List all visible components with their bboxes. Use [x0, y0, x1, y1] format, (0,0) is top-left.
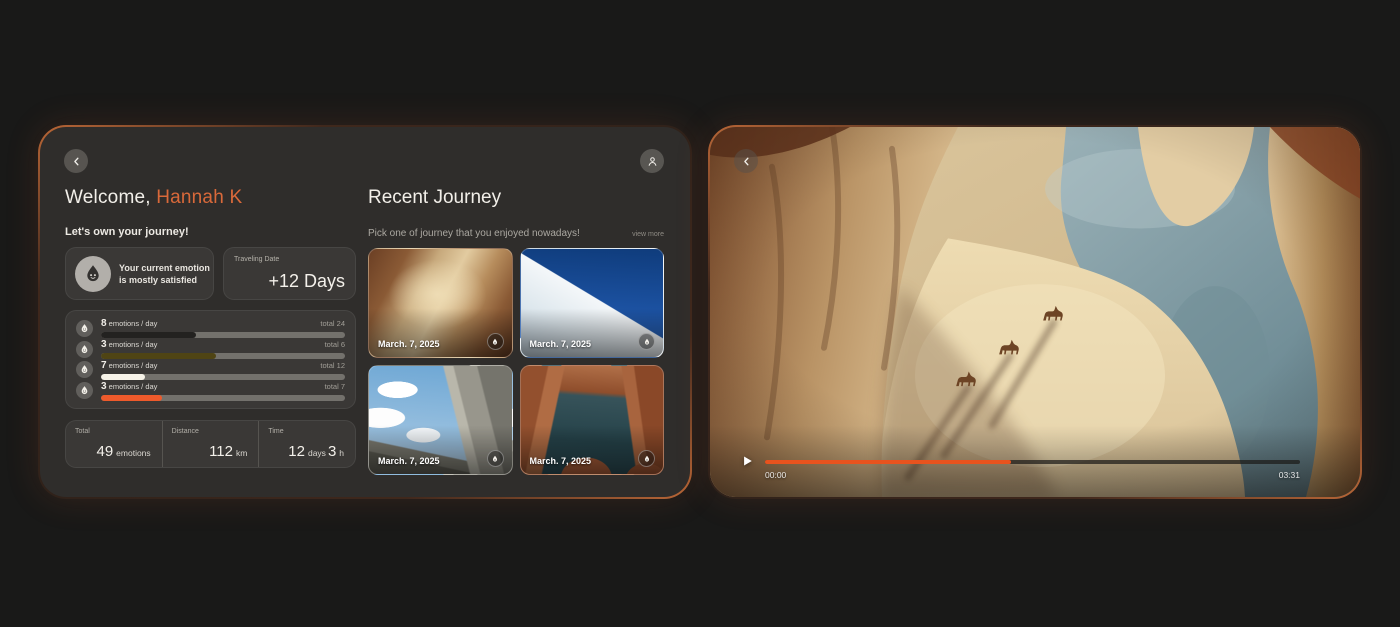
time-stat: Time 12 days 3 h [258, 421, 355, 467]
video-duration: 03:31 [1278, 470, 1300, 480]
user-name: Hannah K [156, 187, 243, 208]
total-label: Total [75, 428, 90, 435]
emotion-drop-icon [76, 361, 93, 379]
video-progress-fill [765, 460, 1012, 464]
emotion-stat-count: 7 [101, 359, 107, 371]
totals-card: Total 49 emotions Distance 112 km Time 12 d… [65, 420, 356, 468]
journey-card-desert-canyon[interactable]: March. 7, 2025 [368, 248, 513, 358]
emotion-stat-bar [101, 394, 345, 401]
emotion-drop-icon [75, 256, 111, 292]
welcome-heading: Welcome, Hannah K [65, 187, 242, 209]
emotion-stat-row: 3 emotions / day total 7 [76, 381, 345, 401]
current-emotion-text: Your current emotion is mostly satisfied [119, 262, 210, 286]
current-emotion-line2: is mostly satisfied [119, 275, 198, 286]
chevron-left-icon [70, 155, 83, 168]
video-player-panel: 00:00 03:31 [710, 127, 1360, 497]
journey-card-canyon-lake[interactable]: March. 7, 2025 [519, 365, 664, 475]
emotion-stats-card: 8 emotions / day total 24 3 emotions / d… [65, 310, 356, 409]
emotion-stat-count: 3 [101, 380, 107, 392]
time-unit: days [307, 448, 326, 458]
total-value: 49 [96, 443, 114, 460]
dashboard-panel-glow: Welcome, Hannah K Let's own your journey… [38, 125, 692, 499]
emotion-stat-total: total 6 [324, 340, 345, 350]
time-value2: 3 [327, 443, 337, 460]
screen: Welcome, Hannah K Let's own your journey… [0, 0, 1400, 627]
emotion-stat-unit: emotions / day [108, 381, 158, 391]
current-emotion-line1: Your current emotion [119, 263, 210, 273]
video-current-time: 00:00 [765, 470, 787, 480]
journey-date: March. 7, 2025 [378, 456, 440, 466]
total-emotions-stat: Total 49 emotions [66, 421, 162, 467]
emotion-stat-total: total 7 [324, 381, 345, 391]
dashboard-panel: Welcome, Hannah K Let's own your journey… [40, 127, 690, 497]
chevron-left-icon [740, 155, 753, 168]
journey-date: March. 7, 2025 [529, 339, 592, 349]
emotion-stat-count: 3 [101, 339, 107, 351]
journey-card-snow-mountain[interactable]: March. 7, 2025 [519, 248, 664, 358]
video-frame-desert-canyon [710, 127, 1360, 497]
recent-journey-title: Recent Journey [368, 187, 502, 208]
user-icon [646, 155, 659, 168]
emotion-stat-bar-fill [101, 394, 162, 401]
emotion-badge-icon [486, 333, 504, 350]
back-button[interactable] [64, 149, 88, 173]
emotion-drop-icon [76, 382, 93, 400]
emotion-badge-icon [638, 333, 655, 350]
journey-grid: March. 7, 2025 March. 7, 2025 March. 7, … [368, 248, 664, 475]
emotion-drop-icon [76, 319, 93, 337]
journey-date: March. 7, 2025 [529, 456, 592, 466]
emotion-stat-row: 3 emotions / day total 6 [76, 339, 345, 360]
video-panel-glow: 00:00 03:31 [708, 125, 1362, 499]
emotion-stat-unit: emotions / day [108, 360, 158, 370]
emotion-stat-unit: emotions / day [108, 340, 158, 350]
total-unit: emotions [116, 448, 151, 458]
play-icon [740, 454, 754, 468]
distance-unit: km [236, 448, 248, 458]
emotion-stat-label: 7 emotions / day [101, 360, 157, 371]
emotion-stat-bar-fill [101, 373, 145, 380]
distance-label: Distance [171, 428, 199, 435]
emotion-stat-bar-fill [101, 332, 197, 339]
emotion-drop-icon [76, 340, 93, 358]
tagline: Let's own your journey! [65, 226, 189, 238]
traveling-date-label: Traveling Date [234, 256, 280, 263]
emotion-stat-row: 7 emotions / day total 12 [76, 360, 345, 380]
back-button[interactable] [734, 149, 758, 173]
journey-card-rocky-cliffs[interactable]: March. 7, 2025 [368, 365, 513, 475]
emotion-stat-unit: emotions / day [108, 319, 158, 329]
time-label: Time [268, 428, 284, 435]
emotion-stat-total: total 24 [320, 319, 345, 329]
recent-journey-subtitle: Pick one of journey that you enjoyed now… [368, 228, 580, 239]
play-button[interactable] [739, 453, 755, 469]
emotion-stat-count: 8 [101, 318, 107, 330]
welcome-prefix: Welcome, [65, 187, 157, 208]
distance-value: 112 [209, 443, 233, 460]
emotion-stat-row: 8 emotions / day total 24 [76, 318, 345, 339]
time-value: 12 [288, 443, 305, 460]
emotion-badge-icon [486, 450, 504, 467]
emotion-stat-bar [101, 353, 345, 360]
traveling-date-card: Traveling Date +12 Days [223, 247, 356, 300]
emotion-stat-bar [101, 373, 345, 380]
current-emotion-card: Your current emotion is mostly satisfied [65, 247, 214, 300]
video-progress-bar[interactable] [765, 460, 1300, 464]
emotion-stat-total: total 12 [320, 360, 345, 370]
profile-button[interactable] [640, 149, 664, 173]
emotion-stat-label: 3 emotions / day [101, 381, 157, 392]
emotion-stat-label: 8 emotions / day [101, 318, 157, 329]
emotion-stat-bar-fill [101, 353, 216, 360]
distance-stat: Distance 112 km [161, 421, 259, 467]
emotion-stat-label: 3 emotions / day [101, 339, 157, 350]
journey-date: March. 7, 2025 [378, 339, 440, 349]
emotion-stat-bar [101, 332, 345, 339]
view-more-link[interactable]: view more [632, 231, 664, 238]
time-unit2: h [339, 448, 345, 458]
emotion-badge-icon [638, 450, 655, 467]
traveling-date-value: +12 Days [268, 271, 345, 291]
